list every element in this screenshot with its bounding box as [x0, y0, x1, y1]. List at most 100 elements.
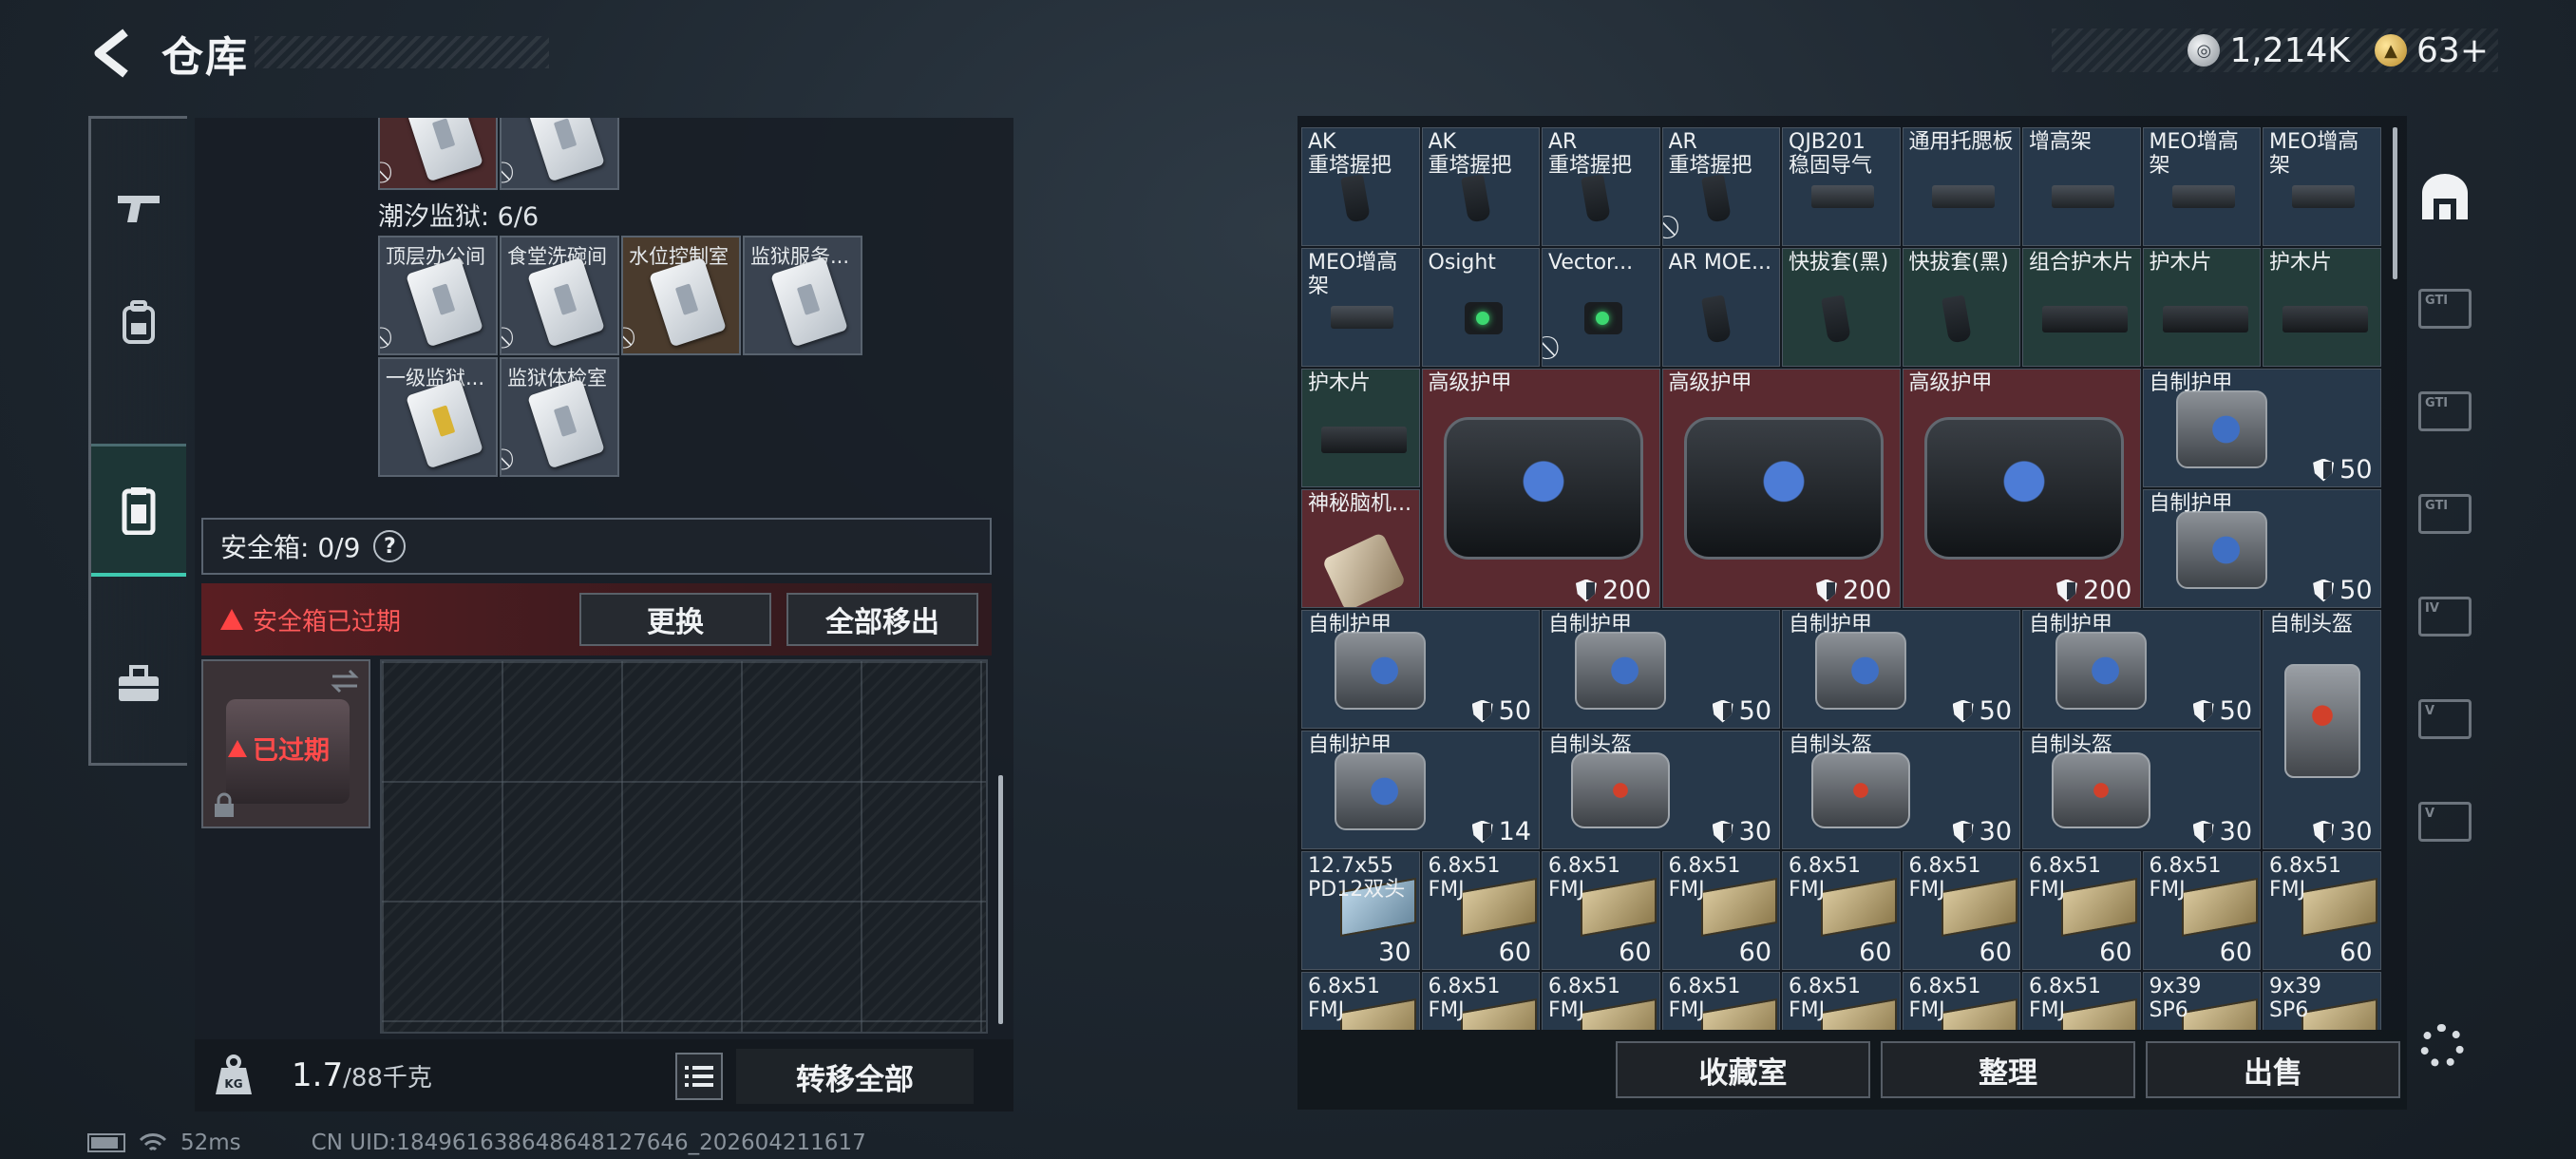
- ammo-item[interactable]: 6.8x51 FMJ: [1661, 972, 1780, 1030]
- ammo-item[interactable]: 6.8x51 FMJ 60: [1421, 851, 1540, 970]
- replace-button[interactable]: 更换: [579, 593, 771, 646]
- ammo-item[interactable]: 6.8x51 FMJ 60: [1542, 851, 1660, 970]
- stash-item-large[interactable]: 高级护甲 200: [1421, 369, 1660, 608]
- nav-item-weapons[interactable]: [91, 157, 186, 261]
- ammo-item[interactable]: 6.8x51 FMJ: [1421, 972, 1540, 1030]
- stash-item[interactable]: MEO增高架: [2263, 127, 2381, 246]
- stash-item[interactable]: 护木片: [2263, 248, 2381, 367]
- stash-tab-gti-3[interactable]: GTI: [2409, 471, 2481, 557]
- settings-gear-icon[interactable]: [2420, 1024, 2464, 1068]
- stash-tab-main[interactable]: [2409, 156, 2481, 241]
- collection-room-button[interactable]: 收藏室: [1616, 1041, 1870, 1098]
- item-count: 60: [2099, 938, 2131, 967]
- ammo-item[interactable]: 9x39 SP6: [2263, 972, 2381, 1030]
- ammo-item[interactable]: 6.8x51 FMJ 60: [2263, 851, 2381, 970]
- keycard-slot[interactable]: 监狱服务...: [743, 236, 862, 355]
- stash-item[interactable]: 自制头盔 30: [2022, 731, 2261, 849]
- stash-item[interactable]: 通用托腮板: [1902, 127, 2020, 246]
- stash-item-large[interactable]: 高级护甲 200: [1661, 369, 1901, 608]
- stash-item[interactable]: 自制护甲 14: [1301, 731, 1540, 849]
- stash-item[interactable]: 自制护甲 50: [2142, 489, 2381, 608]
- stash-item[interactable]: AR 重塔握把: [1542, 127, 1660, 246]
- keycard-slot[interactable]: 监狱体检室 ⃠: [500, 357, 619, 477]
- ammo-item[interactable]: 6.8x51 FMJ 60: [1902, 851, 2020, 970]
- stash-tab-iv[interactable]: IV: [2409, 574, 2481, 659]
- stash-tab-gti-2[interactable]: GTI: [2409, 369, 2481, 454]
- nav-item-backpack[interactable]: [91, 271, 186, 375]
- stash-tab-v-1[interactable]: V: [2409, 676, 2481, 762]
- stash-item[interactable]: 自制头盔 30: [1542, 731, 1780, 849]
- stash-item[interactable]: 组合护木片: [2022, 248, 2141, 367]
- item-count-value: 50: [2339, 576, 2373, 605]
- ammo-item[interactable]: 6.8x51 FMJ: [1902, 972, 2020, 1030]
- stash-tab-v-2[interactable]: V: [2409, 779, 2481, 864]
- stash-item[interactable]: 自制头盔 30: [1782, 731, 2020, 849]
- keycard-slot[interactable]: 一级监狱...: [378, 357, 498, 477]
- keycard-slot[interactable]: 水位控制室 ⃠: [621, 236, 741, 355]
- safebox-capacity-row: 安全箱: 0/9 ?: [201, 518, 992, 575]
- durability-shield-icon: [2192, 699, 2214, 723]
- ammo-item[interactable]: 6.8x51 FMJ: [1782, 972, 1901, 1030]
- stash-item[interactable]: AR 重塔握把⃠: [1661, 127, 1780, 246]
- stash-item[interactable]: 自制头盔 30: [2263, 610, 2381, 849]
- ammo-item[interactable]: 6.8x51 FMJ 60: [2022, 851, 2141, 970]
- ammo-item[interactable]: 6.8x51 FMJ 60: [2142, 851, 2261, 970]
- stash-item[interactable]: 神秘脑机...: [1301, 489, 1420, 608]
- ammo-item[interactable]: 6.8x51 FMJ 60: [1782, 851, 1901, 970]
- safebox-grid[interactable]: [380, 659, 988, 1034]
- left-scrollbar[interactable]: [998, 775, 1003, 1024]
- ammo-item[interactable]: 6.8x51 FMJ: [2022, 972, 2141, 1030]
- stash-item[interactable]: 自制护甲 50: [1782, 610, 2020, 729]
- ammo-item[interactable]: 6.8x51 FMJ 60: [1661, 851, 1780, 970]
- ammo-item[interactable]: 6.8x51 FMJ: [1542, 972, 1660, 1030]
- stash-item[interactable]: AR MOE...: [1661, 248, 1780, 367]
- help-button[interactable]: ?: [373, 530, 407, 562]
- remove-all-button[interactable]: 全部移出: [786, 593, 978, 646]
- keycard-slot[interactable]: ⃠: [500, 118, 619, 190]
- item-label: 6.8x51 FMJ: [1668, 854, 1741, 902]
- back-button[interactable]: [87, 27, 137, 80]
- ammo-item[interactable]: 9x39 SP6: [2142, 972, 2261, 1030]
- stash-item[interactable]: 自制护甲 50: [2142, 369, 2381, 487]
- page-title: 仓库: [161, 33, 249, 82]
- item-image: [2052, 752, 2150, 828]
- stash-item[interactable]: 快拔套(黑): [1782, 248, 1901, 367]
- stash-tab-gti-1[interactable]: GTI: [2409, 266, 2481, 352]
- stash-item[interactable]: 护木片: [1301, 369, 1420, 487]
- stash-item[interactable]: 自制护甲 50: [1301, 610, 1540, 729]
- stash-item[interactable]: 自制护甲 50: [1542, 610, 1780, 729]
- stash-item[interactable]: Vector...⃠: [1542, 248, 1660, 367]
- stash-item[interactable]: MEO增高架: [2142, 127, 2261, 246]
- stash-item[interactable]: 快拔套(黑): [1902, 248, 2020, 367]
- stash-scrollbar[interactable]: [2393, 127, 2397, 279]
- stash-item[interactable]: 自制护甲 50: [2022, 610, 2261, 729]
- nav-item-safebox[interactable]: [91, 444, 186, 577]
- gold-currency[interactable]: ▲ 63+: [2375, 31, 2489, 70]
- silver-currency[interactable]: ◎ 1,214K: [2188, 31, 2350, 70]
- keycard-slot[interactable]: ⃠: [378, 118, 498, 190]
- keycard-slot[interactable]: 食堂洗碗间 ⃠: [500, 236, 619, 355]
- item-label: 自制护甲: [2149, 371, 2233, 395]
- stash-item[interactable]: MEO增高架: [1301, 248, 1420, 367]
- sort-button[interactable]: 整理: [1881, 1041, 2135, 1098]
- expired-label: 已过期: [253, 736, 330, 766]
- stash-item[interactable]: AK 重塔握把: [1301, 127, 1420, 246]
- stash-item[interactable]: Osight: [1421, 248, 1540, 367]
- stash-item[interactable]: QJB201 稳固导气: [1782, 127, 1901, 246]
- nav-item-toolbox[interactable]: [91, 632, 186, 736]
- list-view-button[interactable]: [675, 1053, 723, 1100]
- stash-item[interactable]: AK 重塔握把: [1421, 127, 1540, 246]
- stash-item[interactable]: 增高架: [2022, 127, 2141, 246]
- item-image: [2052, 185, 2114, 208]
- transfer-all-button[interactable]: 转移全部: [736, 1049, 974, 1104]
- item-count-value: 60: [1859, 938, 1892, 967]
- ammo-item[interactable]: 12.7x55 PD12双头 30: [1301, 851, 1420, 970]
- sell-button[interactable]: 出售: [2146, 1041, 2400, 1098]
- stash-item-large[interactable]: 高级护甲 200: [1902, 369, 2141, 608]
- item-label: 自制头盔: [1789, 733, 1873, 757]
- stash-item[interactable]: 护木片: [2142, 248, 2261, 367]
- item-label: 自制护甲: [1308, 613, 1392, 636]
- keycard-slot[interactable]: 顶层办公间 ⃠: [378, 236, 498, 355]
- ammo-item[interactable]: 6.8x51 FMJ: [1301, 972, 1420, 1030]
- safebox-item-slot[interactable]: 已过期: [201, 659, 370, 828]
